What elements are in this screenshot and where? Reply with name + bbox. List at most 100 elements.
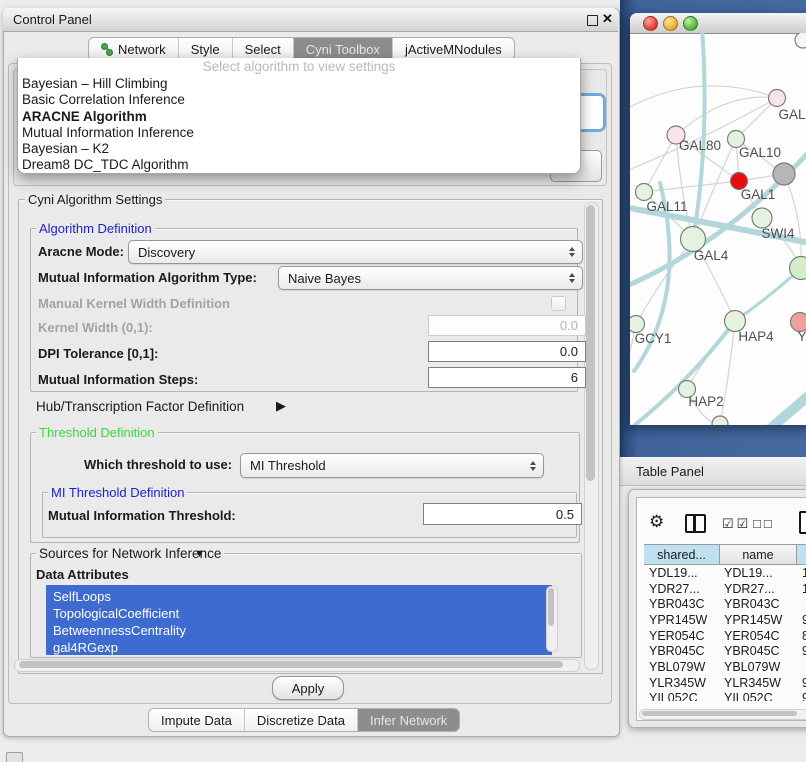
table-row[interactable]: YDL19...YDL19...13 [644, 565, 806, 581]
table-cell[interactable]: 9. [796, 676, 806, 690]
collapse-down-arrow-icon[interactable]: ▼ [194, 548, 205, 560]
table-row[interactable]: YIL052CYIL052C9. [644, 691, 806, 702]
network-node[interactable] [752, 208, 772, 228]
tab-discretize-data[interactable]: Discretize Data [245, 709, 358, 731]
apply-button[interactable]: Apply [272, 676, 344, 700]
table-row[interactable]: YBR043CYBR043C [644, 596, 806, 612]
table-cell[interactable]: YER054C [644, 629, 719, 643]
attribute-list-scrollbar-thumb[interactable] [548, 588, 554, 626]
attribute-list-item[interactable]: SelfLoops [53, 588, 552, 605]
algorithm-option[interactable]: Bayesian – Hill Climbing [18, 76, 580, 92]
table-row[interactable]: YBL079WYBL079W [644, 659, 806, 675]
table-cell[interactable]: YDL19... [719, 566, 796, 580]
mi-type-combo[interactable]: Naive Bayes [278, 266, 583, 290]
network-edge[interactable] [735, 268, 801, 321]
network-node[interactable] [790, 257, 806, 280]
network-window-titlebar[interactable] [630, 13, 806, 34]
table-cell[interactable]: YDR27... [644, 582, 719, 596]
algorithm-option[interactable]: Dream8 DC_TDC Algorithm [18, 157, 580, 173]
settings-horizontal-scrollbar[interactable] [14, 659, 580, 672]
document-icon[interactable] [799, 511, 806, 534]
collapsed-panel-icon[interactable] [6, 752, 23, 762]
network-node[interactable] [795, 33, 806, 48]
algorithm-option[interactable]: ARACNE Algorithm [18, 109, 580, 125]
tab-select[interactable]: Select [233, 38, 294, 60]
attribute-list-item[interactable]: gal4RGexp [53, 639, 552, 655]
table-cell[interactable]: YDL19... [644, 566, 719, 580]
table-cell[interactable]: YIL052C [719, 691, 796, 701]
network-edge[interactable] [784, 174, 801, 268]
expand-right-arrow-icon[interactable]: ▶ [276, 398, 286, 414]
tab-cyni-toolbox[interactable]: Cyni Toolbox [294, 38, 393, 60]
table-horizontal-scrollbar-thumb[interactable] [642, 711, 797, 716]
minimize-traffic-light-icon[interactable] [663, 16, 678, 31]
network-node[interactable] [769, 90, 786, 107]
table-cell[interactable]: 8. [796, 629, 806, 643]
table-cell[interactable]: 12 [796, 582, 806, 596]
column-view-icon[interactable] [685, 514, 706, 533]
network-edge[interactable] [728, 393, 806, 425]
table-row[interactable]: YDR27...YDR27...12 [644, 581, 806, 597]
network-edge[interactable] [676, 97, 777, 135]
close-panel-icon[interactable]: ✕ [602, 14, 613, 24]
dpi-tolerance-field[interactable]: 0.0 [428, 341, 586, 362]
table-cell[interactable]: 9. [796, 691, 806, 701]
network-node[interactable] [773, 163, 795, 185]
table-cell[interactable]: YDR27... [719, 582, 796, 596]
settings-vertical-scrollbar[interactable] [584, 202, 599, 670]
tab-style[interactable]: Style [179, 38, 233, 60]
attribute-list-scrollbar[interactable] [546, 586, 558, 652]
aracne-mode-combo[interactable]: Discovery [128, 240, 583, 264]
settings-horizontal-scrollbar-thumb[interactable] [19, 661, 563, 668]
unchecked-pair-icon[interactable]: □□ [753, 516, 775, 531]
mi-steps-field[interactable]: 6 [428, 367, 586, 388]
table-cell[interactable]: YBL079W [644, 660, 719, 674]
table-row[interactable]: YBR045CYBR045C9. [644, 643, 806, 659]
table-row[interactable]: YLR345WYLR345W9. [644, 675, 806, 691]
algorithm-option[interactable]: Bayesian – K2 [18, 141, 580, 157]
close-traffic-light-icon[interactable] [643, 16, 658, 31]
zoom-traffic-light-icon[interactable] [683, 16, 698, 31]
column-header-name[interactable]: name [720, 544, 797, 565]
which-threshold-combo[interactable]: MI Threshold [240, 453, 544, 478]
column-header-partial[interactable]: A [797, 544, 806, 565]
table-cell[interactable]: YLR345W [719, 676, 796, 690]
attribute-list-item[interactable]: TopologicalCoefficient [53, 605, 552, 622]
attribute-list-item[interactable]: BetweennessCentrality [53, 622, 552, 639]
hub-definition-label[interactable]: Hub/Transcription Factor Definition [36, 399, 244, 414]
network-node[interactable] [636, 184, 653, 201]
mi-threshold-field[interactable]: 0.5 [423, 503, 582, 525]
settings-vertical-scrollbar-thumb[interactable] [586, 205, 595, 481]
table-row[interactable]: YER054CYER054C8. [644, 628, 806, 644]
algorithm-option[interactable]: Mutual Information Inference [18, 125, 580, 141]
table-cell[interactable]: YPR145W [644, 613, 719, 627]
column-header-shared-name[interactable]: shared... [644, 544, 720, 565]
table-cell[interactable]: YBR043C [719, 597, 796, 611]
network-node[interactable] [630, 316, 645, 333]
table-cell[interactable]: YER054C [719, 629, 796, 643]
network-edge[interactable] [636, 239, 693, 324]
table-cell[interactable]: YIL052C [644, 691, 719, 701]
table-cell[interactable]: YLR345W [644, 676, 719, 690]
table-cell[interactable]: 9. [796, 613, 806, 627]
float-window-icon[interactable] [587, 15, 598, 26]
table-cell[interactable]: YBL079W [719, 660, 796, 674]
tab-network[interactable]: Network [89, 38, 179, 60]
gear-icon[interactable]: ⚙ [649, 513, 664, 530]
table-cell[interactable]: YBR045C [719, 644, 796, 658]
table-cell[interactable]: 9. [796, 644, 806, 658]
tab-jactivemnodules[interactable]: jActiveMNodules [393, 38, 514, 60]
network-edge[interactable] [693, 33, 705, 239]
algorithm-option[interactable]: Basic Correlation Inference [18, 92, 580, 108]
table-cell[interactable]: YPR145W [719, 613, 796, 627]
tab-infer-network[interactable]: Infer Network [358, 709, 459, 731]
table-cell[interactable]: YBR043C [644, 597, 719, 611]
table-cell[interactable]: YBR045C [644, 644, 719, 658]
network-node[interactable] [712, 416, 728, 425]
checked-pair-icon[interactable]: ☑☑ [722, 516, 751, 532]
table-horizontal-scrollbar[interactable] [639, 709, 806, 720]
manual-kernel-checkbox[interactable] [551, 296, 566, 311]
tab-impute-data[interactable]: Impute Data [149, 709, 245, 731]
table-row[interactable]: YPR145WYPR145W9. [644, 612, 806, 628]
table-cell[interactable]: 13 [796, 566, 806, 580]
